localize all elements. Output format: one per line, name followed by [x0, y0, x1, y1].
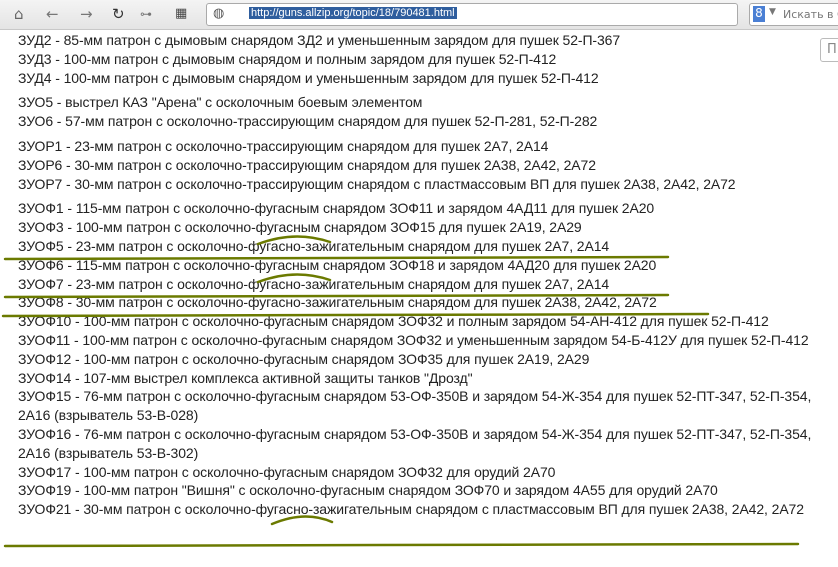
reload-icon[interactable]: ↻ [112, 5, 125, 23]
text-line: ЗУОФ6 - 115-мм патрон с осколочно-фугасн… [18, 256, 657, 273]
search-box[interactable]: 8 ▼ Искать в G [749, 3, 838, 26]
text-line: ЗУОР1 - 23-мм патрон с осколочно-трассир… [18, 137, 549, 154]
underline-mark [3, 542, 800, 548]
browser-toolbar: ⌂ ← → ↻ ⊶ ▦ ◍ http://guns.allzip.org/top… [0, 0, 838, 30]
paragraph: ЗУОФ1 - 115-мм патрон с осколочно-фугасн… [18, 199, 823, 519]
text-line: ЗУОФ15 - 76-мм патрон с осколочно-фугасн… [18, 388, 812, 424]
text-line: ЗУОФ16 - 76-мм патрон с осколочно-фугасн… [18, 425, 812, 461]
paragraph: ЗУОР1 - 23-мм патрон с осколочно-трассир… [18, 137, 823, 193]
dropdown-icon[interactable]: ▼ [769, 7, 776, 17]
paragraph: ЗУО5 - выстрел КАЗ "Арена" с осколочным … [18, 93, 823, 131]
text-line: ЗУД3 - 100-мм патрон с дымовым снарядом … [18, 50, 557, 67]
text-line: ЗУО6 - 57-мм патрон с осколочно-трассиру… [18, 113, 598, 130]
search-placeholder: Искать в G [783, 8, 838, 21]
google-icon[interactable]: 8 [753, 6, 765, 22]
apps-grid-icon[interactable]: ▦ [175, 6, 187, 21]
forward-icon[interactable]: → [80, 5, 93, 23]
url-text[interactable]: http://guns.allzip.org/topic/18/790481.h… [249, 7, 457, 19]
text-line: ЗУД4 - 100-мм патрон с дымовым снарядом … [18, 69, 599, 86]
text-line: ЗУО5 - выстрел КАЗ "Арена" с осколочным … [18, 94, 423, 111]
text-line: ЗУОФ5 - 23-мм патрон с осколочно-фугасно… [18, 237, 610, 254]
text-line: ЗУОФ1 - 115-мм патрон с осколочно-фугасн… [18, 200, 655, 217]
text-line: ЗУОФ8 - 30-мм патрон с осколочно-фугасно… [18, 294, 657, 311]
text-line: ЗУОР7 - 30-мм патрон с осколочно-трассир… [18, 175, 736, 192]
key-icon[interactable]: ⊶ [140, 7, 152, 21]
text-line: ЗУД2 - 85-мм патрон с дымовым снарядом З… [18, 32, 621, 48]
back-icon[interactable]: ← [46, 5, 59, 23]
text-line: ЗУОФ3 - 100-мм патрон с осколочно-фугасн… [18, 219, 582, 236]
text-line: ЗУОФ17 - 100-мм патрон с осколочно-фугас… [18, 463, 556, 480]
address-bar[interactable]: ◍ http://guns.allzip.org/topic/18/790481… [206, 3, 738, 26]
text-line: ЗУОФ21 - 30-мм патрон с осколочно-фугасн… [18, 501, 804, 518]
text-line: ЗУОР6 - 30-мм патрон с осколочно-трассир… [18, 156, 596, 173]
globe-icon: ◍ [213, 6, 225, 21]
paragraph: ЗУД2 - 85-мм патрон с дымовым снарядом З… [18, 31, 823, 87]
text-line: ЗУОФ12 - 100-мм патрон с осколочно-фугас… [18, 350, 590, 367]
text-line: ЗУОФ7 - 23-мм патрон с осколочно-фугасно… [18, 275, 610, 292]
text-line: ЗУОФ11 - 100-мм патрон с осколочно-фугас… [18, 331, 809, 348]
text-line: ЗУОФ19 - 100-мм патрон "Вишня" с осколоч… [18, 482, 718, 499]
text-line: ЗУОФ14 - 107-мм выстрел комплекса активн… [18, 369, 473, 386]
article-text: ЗУД2 - 85-мм патрон с дымовым снарядом З… [18, 31, 823, 525]
text-line: ЗУОФ10 - 100-мм патрон с осколочно-фугас… [18, 313, 769, 330]
home-icon[interactable]: ⌂ [14, 5, 24, 23]
